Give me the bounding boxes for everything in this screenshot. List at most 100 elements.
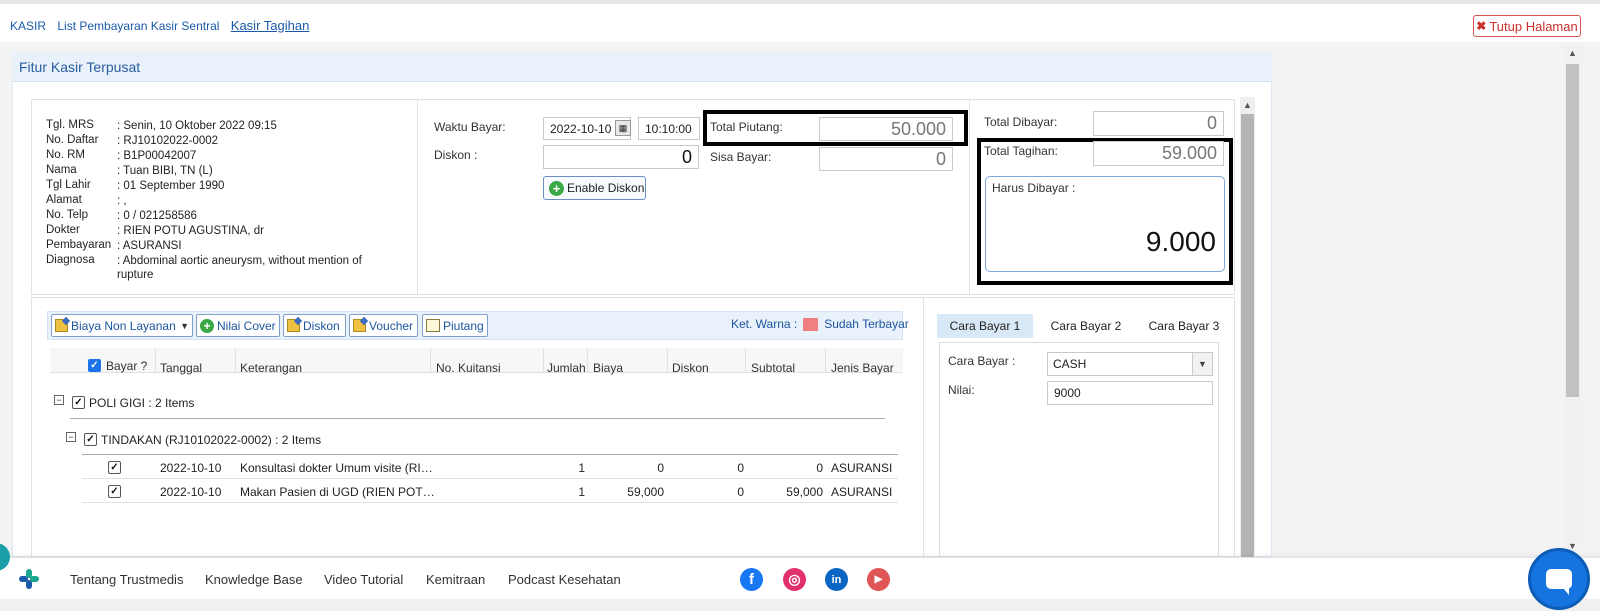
info-value: : RJ10102022-0002 (117, 135, 219, 147)
info-value: : RIEN POTU AGUSTINA, dr (117, 225, 264, 237)
cara-bayar-select[interactable]: CASH ▼ (1047, 352, 1213, 376)
time-input[interactable]: 10:10:00 (638, 117, 700, 140)
breadcrumb-list-pembayaran[interactable]: List Pembayaran Kasir Sentral (57, 19, 219, 33)
scroll-up-arrow-icon[interactable]: ▲ (1568, 48, 1577, 58)
group-checkbox[interactable]: ✓ (72, 396, 85, 409)
total-dibayar-label: Total Dibayar: (984, 115, 1058, 129)
footer-link-video-tutorial[interactable]: Video Tutorial (324, 572, 403, 587)
tutup-halaman-button[interactable]: ✖ Tutup Halaman (1473, 15, 1581, 37)
info-value: : , (117, 195, 127, 207)
collapse-icon[interactable]: − (54, 395, 64, 405)
inner-scrollbar-thumb[interactable] (1241, 114, 1254, 557)
cara-bayar-label: Cara Bayar : (948, 354, 1016, 368)
info-key: No. Telp (46, 209, 88, 221)
chevron-down-icon: ▼ (180, 320, 189, 331)
nilai-value: 9000 (1054, 386, 1081, 400)
group-tindakan: TINDAKAN (RJ10102022-0002) : 2 Items (101, 433, 322, 447)
nilai-cover-button[interactable]: + Nilai Cover (196, 314, 280, 337)
info-value: : Tuan BIBI, TN (L) (117, 165, 213, 177)
row-jumlah: 1 (578, 485, 585, 499)
info-key: Tgl Lahir (46, 179, 91, 191)
row-jenis-bayar: ASURANSI (831, 485, 893, 499)
row-jumlah: 1 (578, 461, 585, 475)
nilai-input[interactable]: 9000 (1047, 381, 1213, 405)
header-keterangan: Keterangan (240, 361, 303, 375)
column-divider (745, 348, 746, 373)
info-row: No. Telp: 0 / 021258586 (46, 209, 382, 223)
info-row: Pembayaran: ASURANSI (46, 239, 382, 253)
total-tagihan-field: 59.000 (1093, 141, 1224, 166)
total-dibayar-field: 0 (1093, 111, 1224, 136)
row-biaya: 0 (657, 461, 664, 475)
breadcrumb-kasir[interactable]: KASIR (10, 19, 46, 33)
footer-link-kemitraan[interactable]: Kemitraan (426, 572, 485, 587)
diskon-label: Diskon : (434, 148, 478, 162)
info-row: Diagnosa: Abdominal aortic aneurysm, wit… (46, 254, 382, 282)
sisa-bayar-field: 0 (819, 147, 953, 171)
diskon-button[interactable]: Diskon (283, 314, 346, 337)
note-icon (426, 319, 440, 332)
row-keterangan: Makan Pasien di UGD (RIEN POT… (240, 485, 435, 499)
page-scrollbar-thumb[interactable] (1566, 64, 1579, 397)
youtube-icon[interactable]: ▶ (867, 568, 890, 591)
info-row: Alamat: , (46, 194, 382, 208)
close-icon: ✖ (1476, 19, 1487, 33)
group-poli-gigi: POLI GIGI : 2 Items (89, 396, 195, 410)
info-key: Pembayaran (46, 239, 112, 251)
ket-warna-label: Ket. Warna : (731, 317, 798, 331)
voucher-button[interactable]: Voucher (349, 314, 418, 337)
piutang-button[interactable]: Piutang (422, 314, 488, 337)
info-row: No. RM: B1P00042007 (46, 149, 382, 163)
column-divider (155, 348, 156, 373)
footer-link-tentang[interactable]: Tentang Trustmedis (70, 572, 183, 587)
row-checkbox[interactable]: ✓ (108, 485, 121, 498)
nilai-cover-label: Nilai Cover (217, 318, 276, 333)
collapse-icon[interactable]: − (66, 432, 76, 442)
linkedin-icon[interactable]: in (825, 568, 848, 591)
tab-cara-bayar-1[interactable]: Cara Bayar 1 (937, 314, 1033, 338)
row-tanggal: 2022-10-10 (160, 485, 222, 499)
diskon-input[interactable]: 0 (543, 145, 699, 169)
column-divider (235, 348, 236, 373)
header-diskon: Diskon (672, 361, 709, 375)
biaya-non-layanan-button[interactable]: Biaya Non Layanan ▼ (51, 314, 193, 337)
column-divider (667, 348, 668, 373)
facebook-icon[interactable]: f (740, 568, 763, 591)
enable-diskon-label: Enable Diskon (567, 181, 645, 195)
harus-dibayar-value: 9.000 (1145, 226, 1216, 257)
footer-link-knowledge-base[interactable]: Knowledge Base (205, 572, 303, 587)
row-checkbox[interactable]: ✓ (108, 461, 121, 474)
plus-circle-icon: + (200, 318, 214, 333)
instagram-icon[interactable]: ◎ (783, 568, 806, 591)
info-key: No. Daftar (46, 134, 99, 146)
info-row: Dokter: RIEN POTU AGUSTINA, dr (46, 224, 382, 238)
trustmedis-logo-icon[interactable] (18, 568, 40, 590)
info-row: No. Daftar : RJ10102022-0002 (46, 134, 382, 148)
edit-icon (353, 319, 366, 332)
header-no-kuitansi: No. Kuitansi (436, 361, 501, 375)
enable-diskon-button[interactable]: + Enable Diskon (543, 176, 646, 200)
tab-cara-bayar-3[interactable]: Cara Bayar 3 (1136, 314, 1232, 338)
tab-cara-bayar-2[interactable]: Cara Bayar 2 (1038, 314, 1134, 338)
info-value: : B1P00042007 (117, 150, 197, 162)
group-divider (82, 454, 898, 455)
breadcrumb-kasir-tagihan[interactable]: Kasir Tagihan (231, 18, 310, 33)
chevron-down-icon: ▼ (1192, 353, 1212, 375)
info-row: Tgl. MRS: Senin, 10 Oktober 2022 09:15 (46, 119, 382, 133)
row-divider (82, 502, 898, 503)
inner-scroll-up-icon[interactable]: ▲ (1243, 100, 1252, 110)
tutup-halaman-label: Tutup Halaman (1489, 18, 1578, 34)
header-biaya: Biaya (593, 361, 624, 375)
calendar-icon[interactable]: ▦ (615, 120, 631, 136)
chat-widget-button[interactable] (1528, 548, 1590, 610)
info-value: : 01 September 1990 (117, 180, 225, 192)
footer-link-podcast[interactable]: Podcast Kesehatan (508, 572, 621, 587)
header-jenis-bayar: Jenis Bayar (831, 361, 894, 375)
row-diskon: 0 (737, 485, 744, 499)
time-value: 10:10:00 (645, 121, 692, 136)
column-divider (587, 348, 588, 373)
group-checkbox[interactable]: ✓ (84, 433, 97, 446)
info-row: Nama: Tuan BIBI, TN (L) (46, 164, 382, 178)
select-all-checkbox[interactable]: ✓ (88, 359, 101, 372)
sisa-bayar-label: Sisa Bayar: (710, 150, 772, 164)
